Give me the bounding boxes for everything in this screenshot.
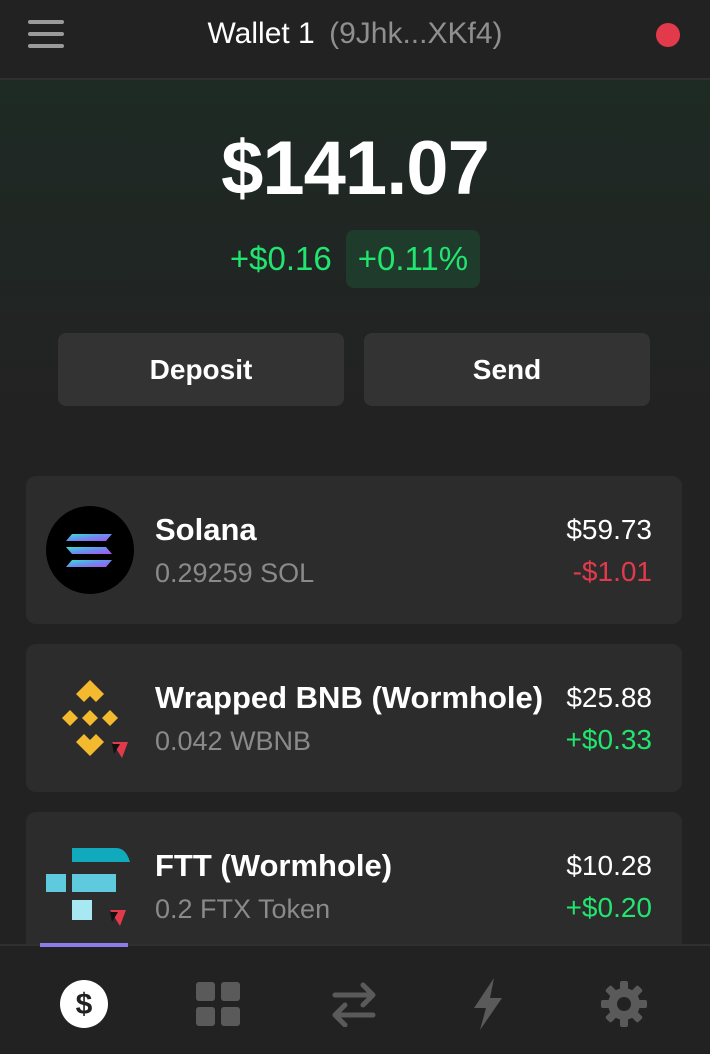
token-change: +$0.20: [565, 892, 652, 923]
token-value: $59.73: [566, 514, 652, 545]
swap-arrows-icon[interactable]: [326, 976, 382, 1032]
token-change: +$0.33: [565, 724, 652, 755]
token-change: -$1.01: [572, 556, 652, 587]
token-row-solana[interactable]: Solana 0.29259 SOL $59.73 -$1.01: [26, 476, 682, 624]
token-amount: 0.2 FTX Token: [155, 894, 331, 924]
token-name: Solana: [155, 512, 257, 547]
balance-change-percent: +0.11%: [345, 230, 481, 288]
token-amount: 0.29259 SOL: [155, 558, 315, 588]
grid-icon[interactable]: [190, 976, 246, 1032]
svg-text:$: $: [76, 988, 93, 1021]
bnb-logo-icon: [46, 674, 134, 762]
ftt-logo-icon: [46, 842, 134, 930]
solana-logo-icon: [46, 506, 134, 594]
connection-status-dot[interactable]: [656, 23, 680, 47]
token-row-wbnb[interactable]: Wrapped BNB (Wormhole) 0.042 WBNB $25.88…: [26, 644, 682, 792]
wallet-app: Wallet 1 (9Jhk...XKf4) $141.07 +$0.16 +0…: [0, 0, 710, 1054]
bottom-nav: $: [0, 944, 710, 1054]
active-tab-indicator: [40, 943, 128, 947]
wallet-selector[interactable]: Wallet 1 (9Jhk...XKf4): [0, 16, 710, 52]
token-name: FTT (Wormhole): [155, 848, 393, 883]
token-value: $10.28: [566, 850, 652, 881]
gear-icon[interactable]: [596, 976, 652, 1032]
deposit-button[interactable]: Deposit: [58, 333, 344, 406]
header: Wallet 1 (9Jhk...XKf4): [0, 0, 710, 80]
lightning-icon[interactable]: [460, 976, 516, 1032]
balance-change-amount: +$0.16: [229, 240, 332, 277]
wallet-address: (9Jhk...XKf4): [329, 17, 503, 50]
token-amount: 0.042 WBNB: [155, 726, 312, 756]
token-name: Wrapped BNB (Wormhole): [155, 680, 544, 715]
dollar-icon[interactable]: $: [56, 976, 112, 1032]
balance-change: +$0.16 +0.11%: [0, 230, 710, 288]
token-value: $25.88: [566, 682, 652, 713]
wallet-name: Wallet 1: [207, 17, 315, 50]
send-button[interactable]: Send: [364, 333, 650, 406]
total-balance: $141.07: [221, 126, 490, 211]
